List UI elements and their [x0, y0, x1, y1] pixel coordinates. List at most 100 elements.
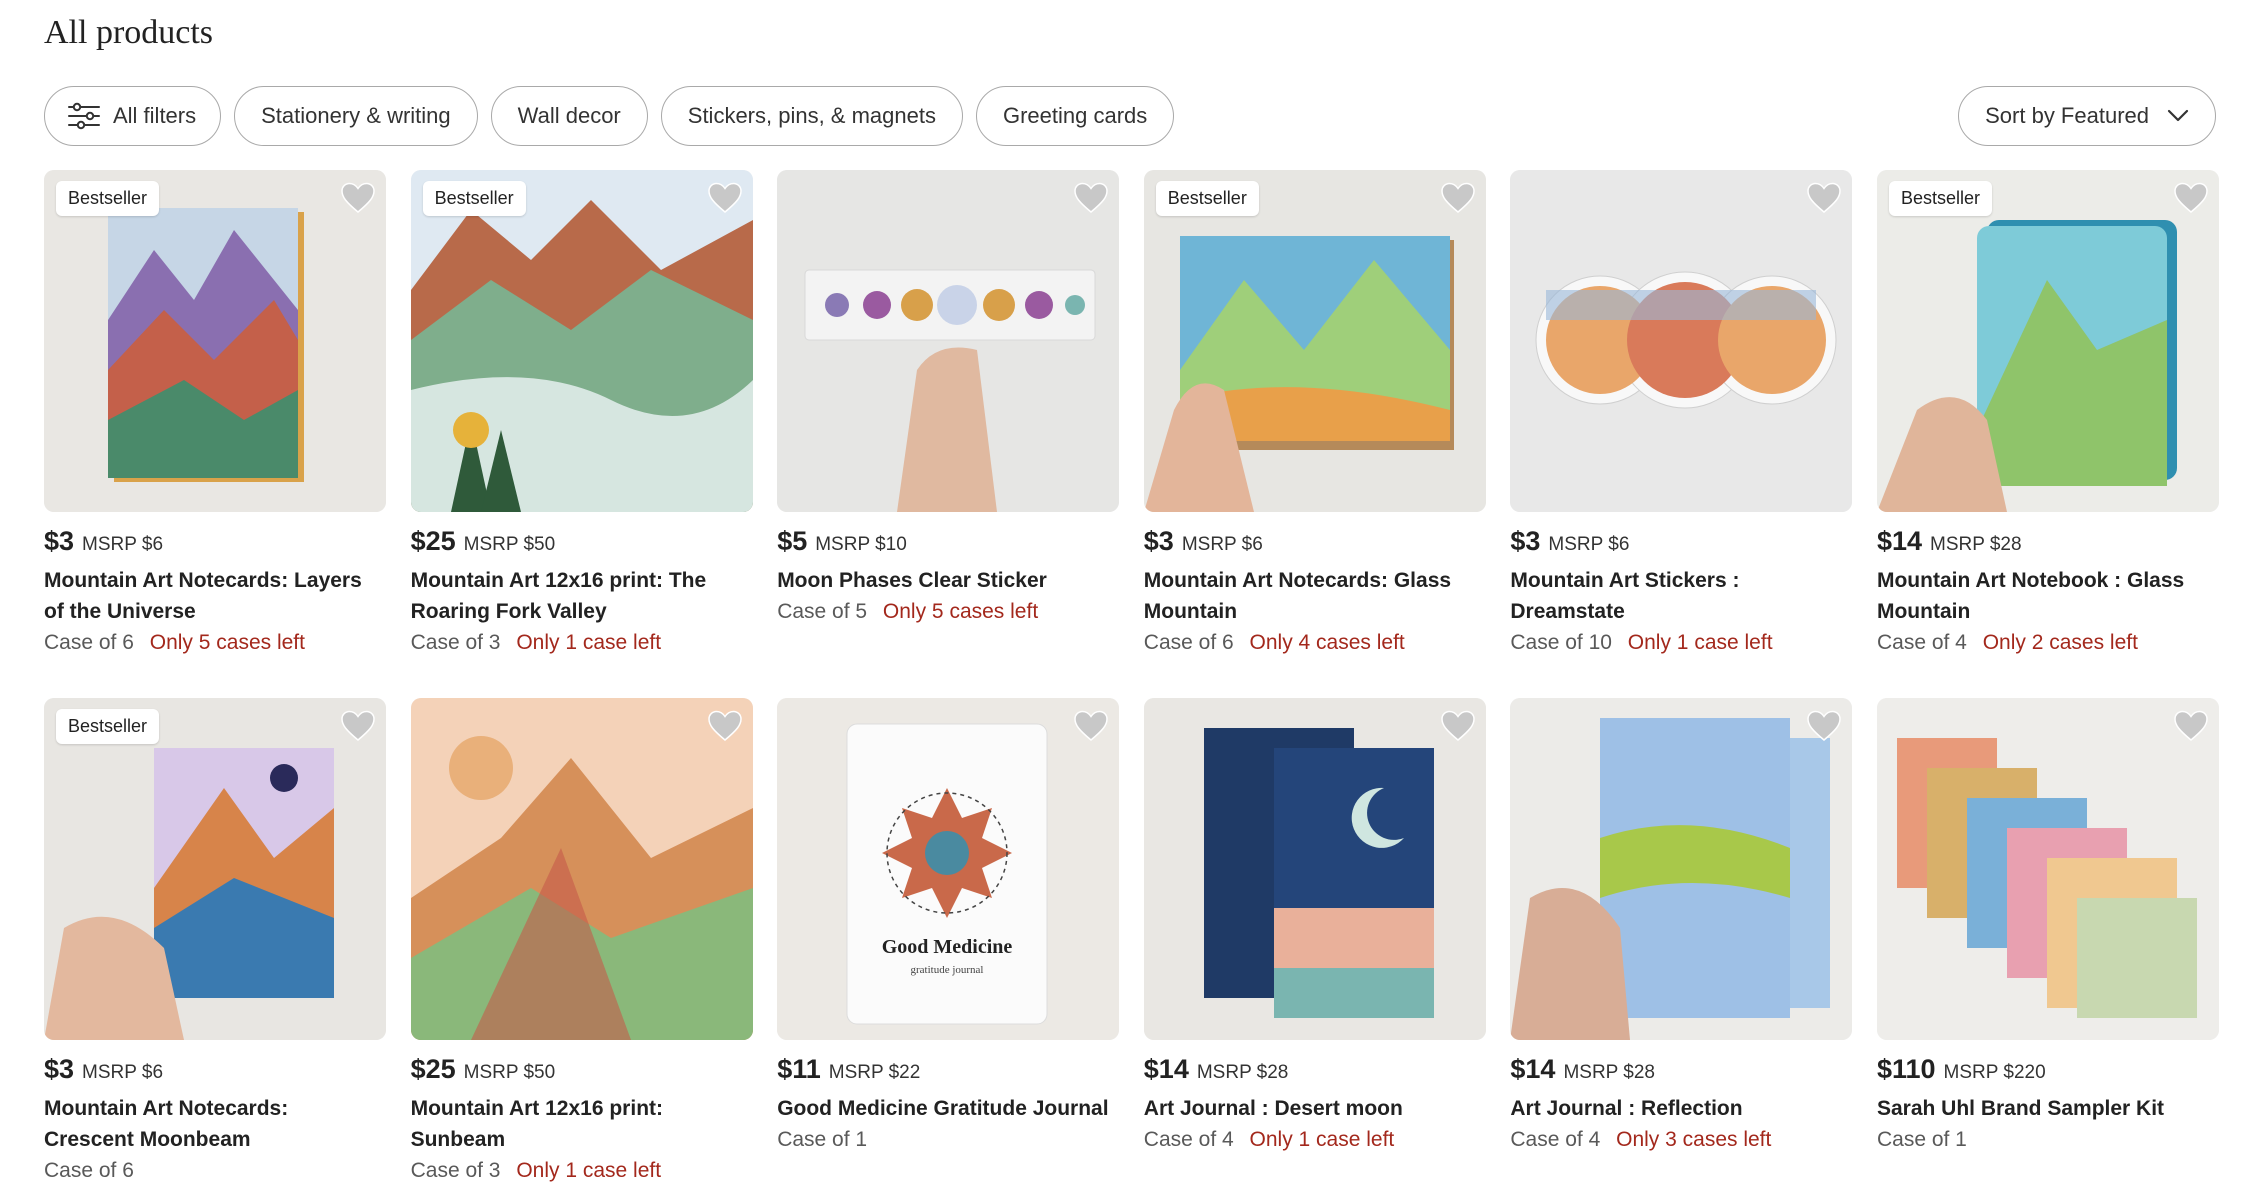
product-image[interactable]: Bestseller — [410, 170, 753, 512]
product-image[interactable] — [1510, 698, 1853, 1040]
product-name-line-1: Art Journal : Reflection — [1510, 1097, 1743, 1120]
product-msrp: MSRP $6 — [1181, 534, 1263, 555]
product-artwork — [1510, 170, 1853, 512]
product-name-line-1: Good Medicine Gratitude Journal — [777, 1097, 1109, 1120]
case-quantity: Case of 1 — [1876, 1128, 1967, 1151]
stock-line: Case of 6 — [44, 1159, 386, 1183]
favorite-heart-icon[interactable] — [1806, 182, 1842, 214]
product-name-line-1: Art Journal : Desert moon — [1143, 1097, 1403, 1120]
product-artwork — [1510, 698, 1853, 1040]
stock-remaining: Only 4 cases left — [1249, 631, 1405, 654]
product-name-line-1: Mountain Art Notecards: Glass — [1143, 569, 1452, 592]
filter-stickers-pins-magnets[interactable]: Stickers, pins, & magnets — [660, 86, 963, 146]
product-name[interactable]: Sarah Uhl Brand Sampler Kit — [1877, 1093, 2219, 1124]
product-name[interactable]: Mountain Art Notebook : Glass Mountain — [1877, 565, 2219, 627]
product-name[interactable]: Mountain Art 12x16 print: Sunbeam — [411, 1093, 753, 1155]
product-price: $11 — [777, 1054, 821, 1084]
stock-line: Case of 3 Only 1 case left — [411, 1159, 753, 1183]
product-artwork — [410, 170, 753, 512]
product-card[interactable]: Good Medicine gratitude journal $11 MSRP… — [777, 698, 1120, 1204]
product-msrp: MSRP $28 — [1930, 534, 2022, 555]
stock-line: Case of 5 Only 5 cases left — [777, 600, 1119, 624]
favorite-heart-icon[interactable] — [707, 182, 743, 214]
price-line: $3 MSRP $6 — [44, 1054, 386, 1085]
product-card[interactable]: $110 MSRP $220 Sarah Uhl Brand Sampler K… — [1876, 698, 2219, 1204]
price-line: $3 MSRP $6 — [1510, 526, 1852, 557]
product-card[interactable]: $3 MSRP $6 Mountain Art Stickers : Dream… — [1510, 170, 1853, 698]
product-card[interactable]: Bestseller $14 MSRP $28 Mountain Art Not… — [1876, 170, 2219, 698]
stock-line: Case of 6 Only 5 cases left — [44, 631, 386, 655]
product-image[interactable] — [1876, 698, 2219, 1040]
favorite-heart-icon[interactable] — [1073, 710, 1109, 742]
favorite-heart-icon[interactable] — [340, 182, 376, 214]
favorite-heart-icon[interactable] — [2173, 710, 2209, 742]
stock-remaining: Only 1 case left — [1627, 631, 1773, 654]
product-msrp: MSRP $6 — [1548, 534, 1630, 555]
bestseller-badge: Bestseller — [56, 709, 160, 744]
product-price: $14 — [1876, 526, 1923, 556]
filter-wall-decor[interactable]: Wall decor — [490, 86, 648, 146]
product-price: $3 — [44, 1054, 75, 1084]
case-quantity: Case of 4 — [1143, 1128, 1234, 1151]
product-name[interactable]: Mountain Art Notecards: Glass Mountain — [1144, 565, 1486, 627]
product-name-line-1: Mountain Art Notebook : Glass — [1876, 569, 2185, 592]
sort-dropdown[interactable]: Sort by Featured — [1958, 86, 2216, 146]
product-card[interactable]: Bestseller $3 MSRP $6 Mountain Art Notec… — [1143, 170, 1486, 698]
favorite-heart-icon[interactable] — [1806, 710, 1842, 742]
product-artwork: Good Medicine gratitude journal — [777, 698, 1120, 1040]
product-image[interactable] — [410, 698, 753, 1040]
product-name-line-1: Mountain Art Notecards: — [44, 1097, 289, 1120]
favorite-heart-icon[interactable] — [2173, 182, 2209, 214]
product-image[interactable]: Good Medicine gratitude journal — [777, 698, 1120, 1040]
product-name-line-1: Sarah Uhl Brand Sampler Kit — [1876, 1097, 2165, 1120]
all-filters-button[interactable]: All filters — [44, 86, 222, 146]
filter-stationery-writing[interactable]: Stationery & writing — [234, 86, 478, 146]
price-line: $25 MSRP $50 — [411, 1054, 753, 1085]
product-card[interactable]: $25 MSRP $50 Mountain Art 12x16 print: S… — [410, 698, 753, 1204]
product-image[interactable]: Bestseller — [44, 170, 386, 512]
product-name[interactable]: Mountain Art Stickers : Dreamstate — [1510, 565, 1852, 627]
product-price: $14 — [1143, 1054, 1189, 1084]
product-artwork — [44, 698, 386, 1040]
product-price: $3 — [44, 526, 75, 556]
product-image[interactable]: Bestseller — [1143, 170, 1486, 512]
stock-remaining: Only 5 cases left — [149, 631, 305, 654]
product-price: $5 — [777, 526, 808, 556]
price-line: $5 MSRP $10 — [777, 526, 1119, 557]
product-name[interactable]: Art Journal : Desert moon — [1144, 1093, 1486, 1124]
favorite-heart-icon[interactable] — [707, 710, 743, 742]
product-price: $3 — [1143, 526, 1174, 556]
product-card[interactable]: Bestseller $3 MSRP $6 Mountain Art Notec… — [44, 698, 386, 1204]
filter-greeting-cards[interactable]: Greeting cards — [975, 86, 1175, 146]
stock-remaining: Only 2 cases left — [1982, 631, 2138, 654]
product-image[interactable] — [1510, 170, 1853, 512]
product-name-line-1: Mountain Art Notecards: Layers — [44, 569, 362, 592]
favorite-heart-icon[interactable] — [1440, 182, 1476, 214]
sliders-icon — [68, 102, 100, 130]
product-name[interactable]: Moon Phases Clear Sticker — [777, 565, 1119, 596]
case-quantity: Case of 4 — [1876, 631, 1967, 654]
product-card[interactable]: $14 MSRP $28 Art Journal : Desert moon C… — [1143, 698, 1486, 1204]
all-filters-label: All filters — [113, 103, 197, 128]
journal-cover-subtitle: gratitude journal — [911, 964, 984, 976]
product-card[interactable]: Bestseller $25 MSRP $50 Mountain Art 12x… — [410, 170, 753, 698]
favorite-heart-icon[interactable] — [1073, 182, 1109, 214]
case-quantity: Case of 4 — [1510, 1128, 1601, 1151]
product-card[interactable]: $14 MSRP $28 Art Journal : Reflection Ca… — [1510, 698, 1853, 1204]
product-name[interactable]: Mountain Art Notecards: Crescent Moonbea… — [44, 1093, 386, 1155]
product-name-line-2: of the Universe — [44, 600, 196, 623]
product-image[interactable]: Bestseller — [1876, 170, 2219, 512]
product-name[interactable]: Art Journal : Reflection — [1510, 1093, 1852, 1124]
stock-line: Case of 4 Only 1 case left — [1144, 1128, 1486, 1152]
product-name[interactable]: Mountain Art Notecards: Layers of the Un… — [44, 565, 386, 627]
chevron-down-icon — [2167, 109, 2189, 122]
favorite-heart-icon[interactable] — [340, 710, 376, 742]
product-image[interactable]: Bestseller — [44, 698, 386, 1040]
product-name[interactable]: Mountain Art 12x16 print: The Roaring Fo… — [411, 565, 753, 627]
favorite-heart-icon[interactable] — [1440, 710, 1476, 742]
product-image[interactable] — [1143, 698, 1486, 1040]
product-card[interactable]: $5 MSRP $10 Moon Phases Clear Sticker Ca… — [777, 170, 1120, 698]
product-image[interactable] — [777, 170, 1120, 512]
product-card[interactable]: Bestseller $3 MSRP $6 Mountain Art Notec… — [44, 170, 386, 698]
product-name[interactable]: Good Medicine Gratitude Journal — [777, 1093, 1119, 1124]
